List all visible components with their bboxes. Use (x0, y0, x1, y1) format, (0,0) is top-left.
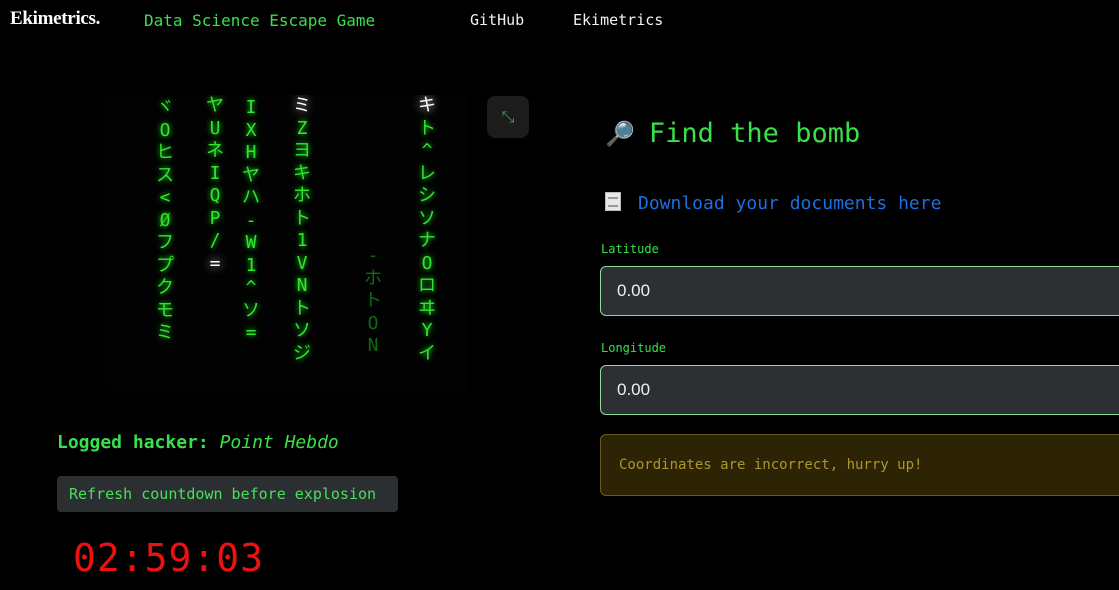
matrix-glyph: / (209, 230, 221, 251)
app-title[interactable]: Data Science Escape Game (144, 11, 375, 30)
matrix-glyph: U (209, 117, 221, 139)
coordinates-alert: Coordinates are incorrect, hurry up! (600, 434, 1119, 496)
matrix-glyph: ナ (418, 230, 436, 251)
matrix-glyph: ト (418, 117, 436, 139)
matrix-glyph: ヒ (156, 142, 174, 163)
longitude-input[interactable] (600, 365, 1119, 415)
nav-link-ekimetrics[interactable]: Ekimetrics (573, 11, 663, 29)
matrix-glyph: ヰ (418, 297, 436, 319)
matrix-glyph: O (159, 119, 171, 141)
matrix-glyph: ソ (242, 299, 260, 321)
matrix-glyph: ^ (421, 140, 433, 161)
matrix-glyph: W (245, 232, 257, 253)
matrix-glyph: ソ (418, 207, 436, 229)
longitude-label: Longitude (601, 341, 667, 355)
matrix-glyph: フ (156, 232, 174, 253)
download-documents-link[interactable]: Download your documents here (638, 193, 941, 214)
latitude-input[interactable] (600, 266, 1119, 316)
matrix-glyph: O (421, 252, 433, 274)
matrix-glyph: ソ (293, 320, 311, 341)
matrix-glyph: ミ (293, 95, 311, 116)
logged-hacker-name: Point Hebdo (219, 432, 339, 453)
matrix-glyph: N (367, 335, 379, 356)
magnifier-icon: 🔎 (605, 120, 635, 148)
matrix-glyph: シ (418, 185, 436, 206)
matrix-glyph: 1 (296, 230, 308, 251)
matrix-glyph: H (245, 142, 257, 163)
matrix-glyph: ヤ (242, 164, 260, 186)
matrix-column: -ホトON (363, 245, 383, 358)
matrix-glyph: キ (418, 95, 436, 116)
matrix-glyph: ス (156, 164, 174, 186)
matrix-glyph: - (367, 245, 379, 266)
matrix-glyph: Y (421, 320, 433, 341)
matrix-glyph: Q (209, 185, 221, 206)
nav-link-github[interactable]: GitHub (470, 11, 524, 29)
matrix-glyph: I (245, 97, 257, 118)
matrix-glyph: < (159, 187, 171, 208)
matrix-glyph: ヨ (293, 140, 311, 161)
page: Ekimetrics. Data Science Escape Game Git… (0, 0, 1119, 590)
matrix-glyph: モ (156, 299, 174, 321)
matrix-glyph: ホ (293, 185, 311, 206)
matrix-glyph: = (245, 322, 257, 343)
page-title-text: Find the bomb (648, 118, 861, 149)
matrix-glyph: ハ (242, 187, 260, 208)
matrix-glyph: ヾ (156, 97, 174, 118)
expand-icon: ⤡ (501, 107, 515, 126)
matrix-glyph: ミ (156, 322, 174, 343)
refresh-countdown-button[interactable]: Refresh countdown before explosion (57, 476, 398, 512)
matrix-glyph: イ (418, 342, 436, 364)
expand-button[interactable]: ⤡ (487, 96, 529, 138)
matrix-glyph: Ø (159, 209, 171, 231)
countdown-timer: 02:59:03 (73, 536, 265, 580)
matrix-rain-animation: ヾ O ヒス < Ø フプクモミ ヤ U ネ I Q P / = I X H ヤハ - W 1 ^ ソ = ミZヨキホト1… (105, 95, 467, 390)
matrix-glyph: 1 (245, 254, 257, 276)
matrix-column: キト ^ レシソナ O ロヰ Y イ (417, 95, 437, 365)
matrix-glyph: ^ (245, 277, 257, 298)
matrix-glyph: V (296, 252, 308, 274)
document-icon (605, 192, 621, 211)
matrix-column: ミZヨキホト1VNトソジ (292, 95, 312, 365)
matrix-glyph: Z (296, 117, 308, 139)
matrix-glyph: プ (156, 254, 174, 276)
matrix-glyph: O (367, 312, 379, 334)
matrix-glyph: ジ (293, 342, 311, 364)
logged-hacker: Logged hacker: Point Hebdo (57, 432, 339, 453)
matrix-glyph: P (209, 207, 221, 229)
matrix-glyph: = (209, 252, 221, 274)
matrix-glyph: ヤ (206, 95, 224, 116)
matrix-glyph: - (245, 209, 257, 231)
matrix-column: ヾ O ヒス < Ø フプクモミ (155, 97, 175, 345)
logged-hacker-label: Logged hacker: (57, 432, 209, 453)
matrix-glyph: X (245, 119, 257, 141)
matrix-glyph: レ (418, 162, 436, 184)
matrix-glyph: ホ (364, 267, 382, 289)
latitude-label: Latitude (601, 242, 659, 256)
matrix-column: ヤ U ネ I Q P / = (205, 95, 225, 275)
matrix-glyph: ネ (206, 140, 224, 161)
matrix-glyph: ト (293, 207, 311, 229)
matrix-glyph: ク (156, 277, 174, 298)
brand-logo[interactable]: Ekimetrics. (10, 8, 100, 30)
matrix-glyph: I (209, 162, 221, 184)
matrix-glyph: ト (364, 290, 382, 311)
page-title: 🔎 Find the bomb (605, 118, 860, 149)
matrix-glyph: N (296, 275, 308, 296)
download-row: Download your documents here (605, 192, 941, 214)
matrix-glyph: ト (293, 297, 311, 319)
matrix-glyph: ロ (418, 275, 436, 296)
matrix-glyph: キ (293, 162, 311, 184)
matrix-column: I X H ヤハ - W 1 ^ ソ = (241, 97, 261, 345)
